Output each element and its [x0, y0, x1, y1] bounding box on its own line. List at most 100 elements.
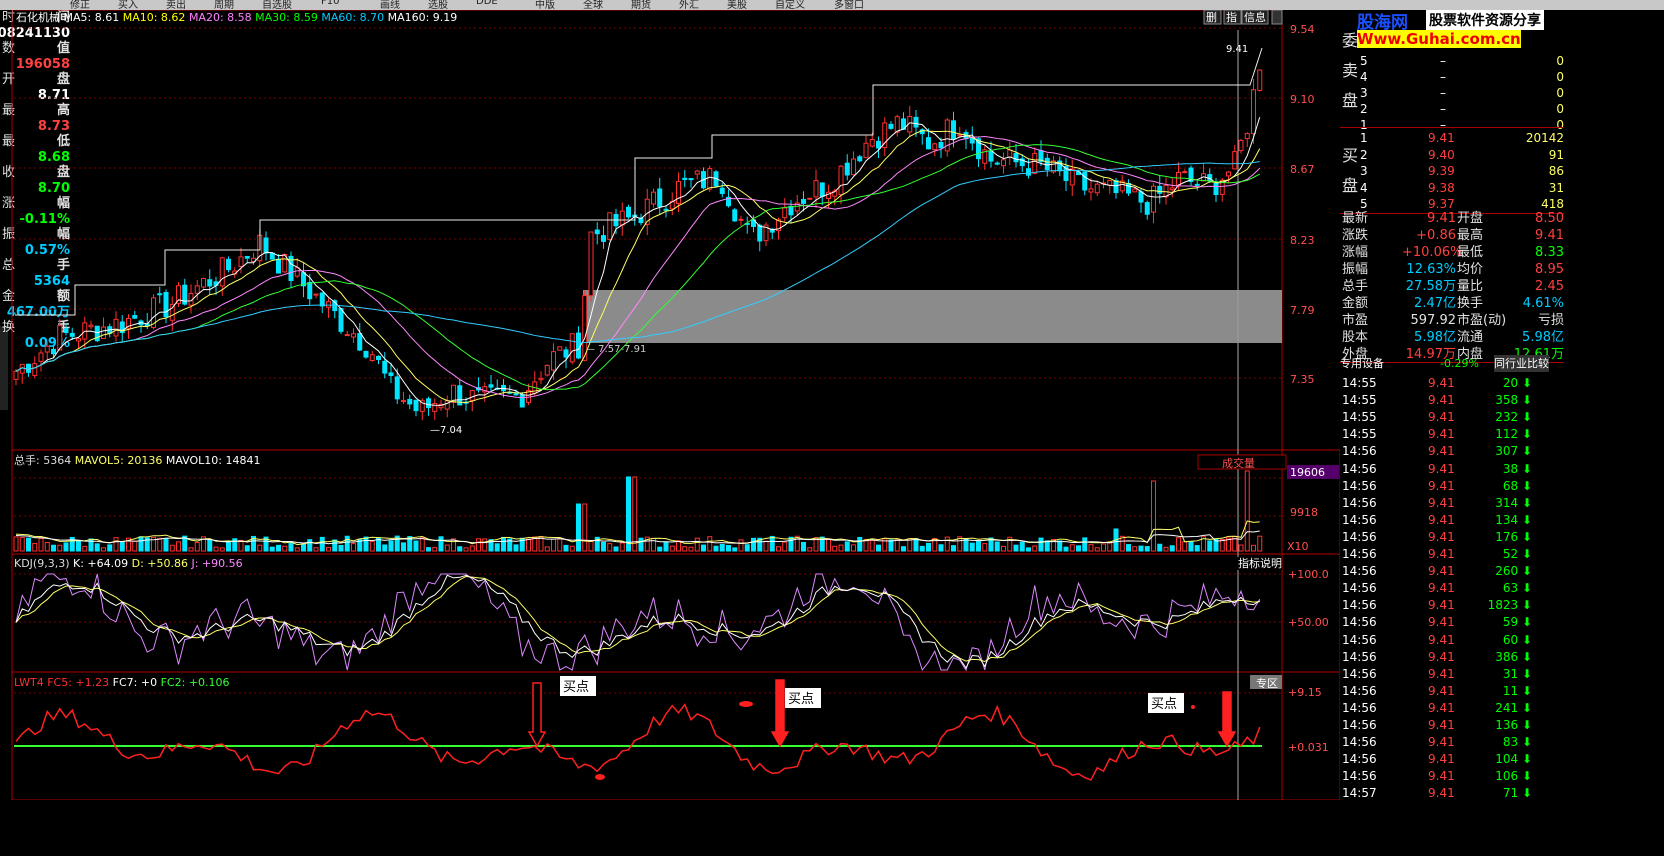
toolbar-item[interactable]: 期货 [631, 0, 651, 10]
tick-time: 14:56 [1342, 632, 1377, 647]
volume-bar [788, 536, 794, 552]
price-axis-label: 7.35 [1290, 373, 1315, 386]
buy-point-label: 买点 [563, 680, 589, 695]
candle-body [601, 235, 606, 242]
price-axis-label: 8.67 [1290, 163, 1315, 176]
tick-volume: 386 ⬇ [1495, 649, 1532, 664]
volume-bar [576, 503, 581, 552]
divider [1340, 127, 1564, 128]
toolbar-item[interactable]: 周期 [214, 0, 234, 10]
kline-chart-area[interactable]: 9.54 9.10 8.67 8.23 7.79 7.35 石化机械 MA5: 8.61 M… [0, 10, 1340, 800]
volume-bar [969, 542, 975, 552]
volume-bar [1044, 540, 1050, 552]
volume-bar [38, 538, 44, 552]
candle-body [57, 325, 63, 351]
tick-volume: 38 ⬇ [1502, 461, 1532, 476]
volume-bar [157, 537, 163, 552]
tick-time: 14:56 [1342, 683, 1377, 698]
volume-bar [432, 547, 438, 552]
candle-body [1107, 180, 1113, 186]
toolbar-item[interactable]: 外汇 [679, 0, 699, 10]
toolbar-item[interactable]: 中版 [535, 0, 555, 10]
volume-bar [1032, 545, 1038, 552]
toolbar-item[interactable]: 修正 [70, 0, 90, 10]
volume-bar [344, 535, 350, 552]
volume-bar [207, 539, 213, 552]
volume-bar [51, 544, 56, 552]
kdj-axis-label: +50.00 [1288, 616, 1329, 629]
volume-bar [1157, 543, 1163, 552]
quote-label: 最新 [1342, 211, 1369, 226]
tick-time: 14:56 [1342, 529, 1377, 544]
candle-body [13, 370, 19, 380]
tick-price: 9.41 [1428, 598, 1455, 613]
candle-body [407, 398, 413, 405]
volume-bar [613, 546, 619, 552]
buy-level: 3 [1360, 164, 1368, 178]
candle-body [876, 140, 881, 149]
volume-bar [313, 547, 319, 552]
volume-bar [894, 538, 900, 552]
toolbar-item[interactable]: 全球 [583, 0, 603, 10]
close-tab[interactable] [1271, 10, 1283, 25]
candle-body [851, 158, 856, 176]
volume-bar [944, 536, 950, 552]
volume-bar [76, 540, 81, 552]
candle-body [994, 162, 1000, 165]
buy-arrow-3 [1217, 691, 1237, 748]
volume-bar [601, 541, 606, 552]
volume-bar [1188, 541, 1194, 552]
volume-bar [982, 543, 988, 552]
volume-bar [294, 547, 300, 552]
volume-bar [101, 547, 106, 552]
volume-bar [857, 536, 863, 552]
tick-price: 9.41 [1428, 649, 1455, 664]
lwt-zone-label: 专区 [1256, 676, 1278, 690]
sell-volume: 0 [1556, 86, 1564, 100]
volume-bar [1001, 545, 1006, 552]
tick-volume: 68 ⬇ [1502, 478, 1532, 493]
buy-side-label: 买 [1342, 146, 1359, 165]
volume-bar [476, 538, 481, 552]
toolbar-item[interactable]: 画线 [380, 0, 400, 10]
toolbar-item[interactable]: DDE [476, 0, 498, 7]
toolbar-item[interactable]: 自选股 [262, 0, 292, 10]
volume-bar [319, 536, 325, 552]
candle-body [1044, 157, 1050, 170]
candle-body [1069, 168, 1075, 186]
compare-button[interactable]: 同行业比较 [1494, 355, 1549, 372]
volume-bar [113, 537, 119, 552]
candle-body [819, 182, 825, 197]
volume-bar [744, 544, 750, 552]
volume-bar [338, 545, 344, 552]
candle-body [732, 209, 738, 222]
candle-body [1169, 187, 1175, 191]
tick-volume: 134 ⬇ [1495, 512, 1532, 527]
toolbar-item[interactable]: 美股 [727, 0, 747, 10]
marker-dot [739, 701, 753, 707]
buy-side-label: 盘 [1342, 176, 1359, 195]
toolbar-item[interactable]: F10 [321, 0, 339, 7]
tick-volume: 136 ⬇ [1495, 718, 1532, 732]
toolbar-item[interactable]: 买入 [118, 0, 138, 10]
volume-bar [1207, 540, 1213, 552]
volume-bar [1082, 537, 1088, 552]
tick-time: 14:56 [1342, 735, 1377, 750]
candle-body [238, 256, 244, 267]
volume-bar [782, 541, 788, 552]
toolbar-item[interactable]: 选股 [428, 0, 448, 10]
range-box [583, 290, 1282, 343]
volume-bar [82, 545, 88, 552]
tick-time: 14:55 [1342, 376, 1377, 390]
quote-value: 27.58万 [1405, 279, 1456, 294]
tick-time: 14:56 [1342, 461, 1377, 476]
quote-value: 5.98亿 [1414, 330, 1456, 345]
toolbar-item[interactable]: 多窗口 [834, 0, 864, 10]
tick-price: 9.41 [1428, 683, 1455, 698]
candle-body [926, 137, 931, 150]
tick-time: 14:55 [1342, 427, 1377, 442]
sell-level: 2 [1360, 102, 1368, 116]
toolbar-item[interactable]: 卖出 [166, 0, 186, 10]
toolbar-item[interactable]: 自定义 [775, 0, 805, 10]
volume-bar [544, 546, 550, 552]
